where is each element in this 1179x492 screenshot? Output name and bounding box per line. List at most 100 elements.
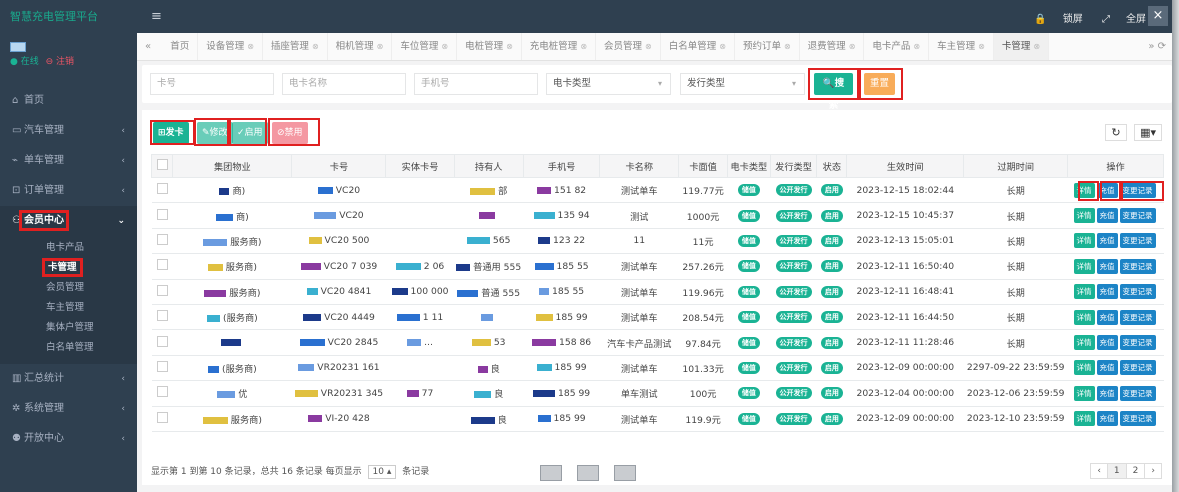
table-row[interactable]: (服务商) VC20 4449 1 11 185 99 测试单车 208.54元 储值 公开发…: [151, 304, 1164, 331]
column-header-2[interactable]: 实体卡号: [385, 154, 455, 178]
table-row[interactable]: 商) VC20 135 94 测试 1000元 储值 公开发行 启用 2023-12-15 10…: [151, 202, 1164, 229]
change-log-button[interactable]: 变更记录: [1119, 360, 1156, 376]
column-header-6[interactable]: 卡面值: [678, 154, 729, 178]
issue-type-select[interactable]: 发行类型 ▾: [680, 73, 805, 95]
row-checkbox[interactable]: [156, 310, 168, 322]
table-row[interactable]: 服务商) VC20 500 565 123 22 11 11元 储值 公开发行 启用 2023-1…: [151, 228, 1164, 255]
recharge-button[interactable]: 充值: [1096, 385, 1118, 401]
row-checkbox-cell[interactable]: [151, 279, 173, 305]
tabs-scroll-right-icon[interactable]: » ⟳: [1142, 33, 1172, 60]
tab-13[interactable]: 卡管理 ⊗: [993, 33, 1050, 60]
submenu-item-2[interactable]: 会员管理: [0, 278, 137, 298]
detail-button[interactable]: 详情: [1073, 258, 1095, 274]
fullscreen-button[interactable]: ⤢ 全屏: [1102, 14, 1146, 25]
tab-close-icon[interactable]: ⊗: [580, 42, 587, 51]
column-header-11[interactable]: 过期时间: [963, 154, 1069, 178]
recharge-button[interactable]: 充值: [1096, 360, 1118, 376]
row-checkbox-cell[interactable]: [151, 406, 173, 432]
sidebar-item-2[interactable]: ⚉ 开放中心 ‹: [0, 424, 137, 454]
row-checkbox[interactable]: [156, 233, 168, 245]
tab-close-icon[interactable]: ⊗: [719, 42, 726, 51]
refresh-icon[interactable]: ↻: [1105, 124, 1127, 141]
tab-close-icon[interactable]: ⊗: [849, 42, 856, 51]
tab-2[interactable]: 插座管理 ⊗: [263, 33, 328, 60]
recharge-button[interactable]: 充值: [1096, 411, 1118, 427]
sidebar-item-1[interactable]: ▭ 汽车管理 ‹: [0, 116, 137, 146]
tab-1[interactable]: 设备管理 ⊗: [198, 33, 263, 60]
tab-close-icon[interactable]: ⊗: [1033, 42, 1040, 51]
sidebar-item-3[interactable]: ⊡ 订单管理 ‹: [0, 176, 137, 206]
detail-button[interactable]: 详情: [1073, 385, 1095, 401]
sidebar-item-1[interactable]: ✲ 系统管理 ‹: [0, 394, 137, 424]
column-header-1[interactable]: 卡号: [291, 154, 387, 178]
tab-0[interactable]: 首页: [162, 33, 199, 60]
table-row[interactable]: (服务商) VR20231 161 良 185 99 测试单车 101.33元 储值 公开发行…: [151, 355, 1164, 382]
tab-close-icon[interactable]: ⊗: [441, 42, 448, 51]
column-header-12[interactable]: 操作: [1067, 154, 1164, 178]
change-log-button[interactable]: 变更记录: [1119, 385, 1156, 401]
table-row[interactable]: 服务商) VC20 4841 100 000 普通 555 185 55 测试单车 119.…: [151, 279, 1164, 305]
detail-button[interactable]: 详情: [1073, 411, 1095, 427]
column-header-9[interactable]: 状态: [816, 154, 848, 178]
tab-11[interactable]: 电卡产品 ⊗: [864, 33, 930, 60]
row-checkbox-cell[interactable]: [151, 177, 173, 204]
detail-button[interactable]: 详情: [1073, 309, 1095, 325]
row-checkbox[interactable]: [156, 386, 168, 398]
lock-screen-button[interactable]: 🔒 锁屏: [1034, 14, 1082, 25]
tab-6[interactable]: 充电桩管理 ⊗: [522, 33, 597, 60]
tab-close-icon[interactable]: ⊗: [913, 42, 920, 51]
detail-button[interactable]: 详情: [1073, 233, 1095, 249]
detail-button[interactable]: 详情: [1073, 360, 1095, 376]
submenu-item-3[interactable]: 车主管理: [0, 298, 137, 318]
change-log-button[interactable]: 变更记录: [1119, 335, 1156, 351]
recharge-button[interactable]: 充值: [1096, 233, 1118, 249]
tab-10[interactable]: 退费管理 ⊗: [800, 33, 865, 60]
tab-5[interactable]: 电桩管理 ⊗: [457, 33, 522, 60]
row-checkbox-cell[interactable]: [151, 228, 173, 255]
tab-close-icon[interactable]: ⊗: [645, 42, 652, 51]
table-row[interactable]: VC20 2845... 53 158 86 汽车卡产品测试 97.84元 储值 公开发行启…: [151, 329, 1164, 356]
sidebar-item-4[interactable]: ⚇ 会员中心 ⌄: [0, 206, 137, 236]
row-checkbox[interactable]: [156, 360, 168, 372]
submenu-item-5[interactable]: 白名单管理: [0, 338, 137, 358]
page-button-0[interactable]: ‹: [1090, 463, 1108, 479]
table-row[interactable]: 服务商) VI-20 428 良 185 99 测试单车 119.9元 储值 公开发行 启用 20…: [151, 406, 1164, 432]
tab-close-icon[interactable]: ⊗: [377, 42, 384, 51]
row-checkbox-cell[interactable]: [151, 202, 173, 229]
select-all-checkbox[interactable]: [156, 159, 168, 170]
page-button-1[interactable]: 1: [1106, 463, 1127, 479]
page-button-3[interactable]: ›: [1144, 463, 1162, 479]
recharge-button[interactable]: 充值: [1096, 335, 1118, 351]
column-header-0[interactable]: 集团物业: [172, 154, 293, 178]
float-ctrl-3[interactable]: [614, 465, 637, 481]
float-ctrl-2[interactable]: [577, 465, 600, 481]
table-row[interactable]: 商) VC20 部 151 82 测试单车 119.77元 储值 公开发行 启用 2023-12-…: [151, 177, 1164, 204]
row-checkbox[interactable]: [156, 284, 168, 296]
submenu-item-1[interactable]: 卡管理: [0, 258, 137, 278]
tab-3[interactable]: 相机管理 ⊗: [328, 33, 393, 60]
tab-4[interactable]: 车位管理 ⊗: [392, 33, 458, 60]
row-checkbox-cell[interactable]: [151, 380, 173, 407]
tab-close-icon[interactable]: ⊗: [247, 42, 254, 51]
submenu-item-4[interactable]: 集体户管理: [0, 318, 137, 338]
tab-8[interactable]: 白名单管理 ⊗: [661, 33, 735, 60]
change-log-button[interactable]: 变更记录: [1119, 284, 1156, 300]
columns-icon[interactable]: ▦▾: [1134, 124, 1162, 141]
detail-button[interactable]: 详情: [1073, 335, 1095, 351]
detail-button[interactable]: 详情: [1073, 208, 1095, 224]
tab-close-icon[interactable]: ⊗: [506, 42, 513, 51]
column-header-7[interactable]: 电卡类型: [727, 154, 771, 178]
tabs-scroll-left-icon[interactable]: «: [137, 41, 159, 52]
page-button-2[interactable]: 2: [1125, 463, 1146, 479]
row-checkbox-cell[interactable]: [151, 355, 173, 382]
row-checkbox[interactable]: [156, 183, 168, 195]
row-checkbox-cell[interactable]: [151, 253, 173, 280]
column-header-4[interactable]: 手机号: [522, 154, 601, 178]
tab-close-icon[interactable]: ⊗: [312, 42, 319, 51]
detail-button[interactable]: 详情: [1073, 284, 1095, 300]
row-checkbox[interactable]: [156, 259, 168, 271]
avatar[interactable]: [10, 42, 26, 52]
card-type-select[interactable]: 电卡类型 ▾: [546, 73, 671, 95]
tab-12[interactable]: 车主管理 ⊗: [929, 33, 994, 60]
submenu-item-0[interactable]: 电卡产品: [0, 238, 137, 258]
